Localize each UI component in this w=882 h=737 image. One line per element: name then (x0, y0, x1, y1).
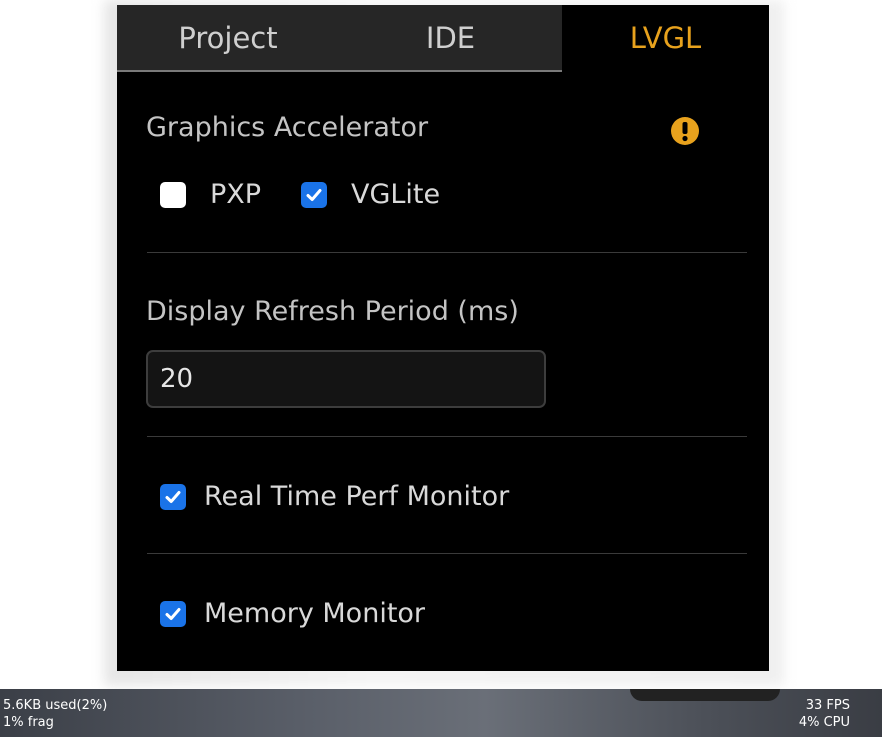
vglite-option[interactable]: VGLite (301, 179, 440, 210)
checkmark-icon (165, 607, 181, 620)
pxp-checkbox[interactable] (160, 181, 186, 208)
fps-text: 33 FPS (805, 698, 850, 713)
display-refresh-label: Display Refresh Period (ms) (146, 296, 519, 327)
tab-bar: Project IDE LVGL (117, 5, 769, 72)
memory-monitor-label: Memory Monitor (204, 598, 426, 629)
checkmark-icon (165, 490, 181, 503)
tab-ide[interactable]: IDE (339, 5, 562, 70)
divider (147, 436, 747, 437)
graphics-accelerator-label: Graphics Accelerator (146, 112, 429, 143)
tab-ide-label: IDE (425, 20, 476, 55)
tab-underline (117, 70, 562, 72)
vglite-checkbox[interactable] (301, 181, 327, 208)
perf-monitor-label: Real Time Perf Monitor (204, 481, 510, 512)
fragmentation-text: 1% frag (3, 715, 54, 730)
settings-panel: Project IDE LVGL Graphics Accelerator PX… (117, 5, 769, 671)
status-bar-shade (630, 689, 780, 701)
tab-project[interactable]: Project (117, 5, 339, 70)
perf-monitor-option[interactable]: Real Time Perf Monitor (160, 481, 509, 512)
display-refresh-input[interactable] (146, 350, 546, 408)
pxp-label: PXP (210, 179, 262, 210)
cpu-text: 4% CPU (798, 715, 850, 730)
memory-monitor-checkbox[interactable] (160, 600, 186, 627)
pxp-option[interactable]: PXP (160, 179, 261, 210)
memory-used-text: 5.6KB used(2%) (3, 698, 108, 713)
vglite-label: VGLite (351, 179, 441, 210)
tab-lvgl[interactable]: LVGL (562, 5, 769, 70)
tab-lvgl-label: LVGL (629, 20, 702, 55)
divider (147, 553, 747, 554)
divider (147, 252, 747, 253)
exclamation-circle-icon[interactable] (670, 116, 700, 146)
memory-monitor-option[interactable]: Memory Monitor (160, 598, 425, 629)
checkmark-icon (306, 188, 322, 201)
tab-project-label: Project (178, 20, 278, 55)
perf-monitor-checkbox[interactable] (160, 483, 186, 510)
